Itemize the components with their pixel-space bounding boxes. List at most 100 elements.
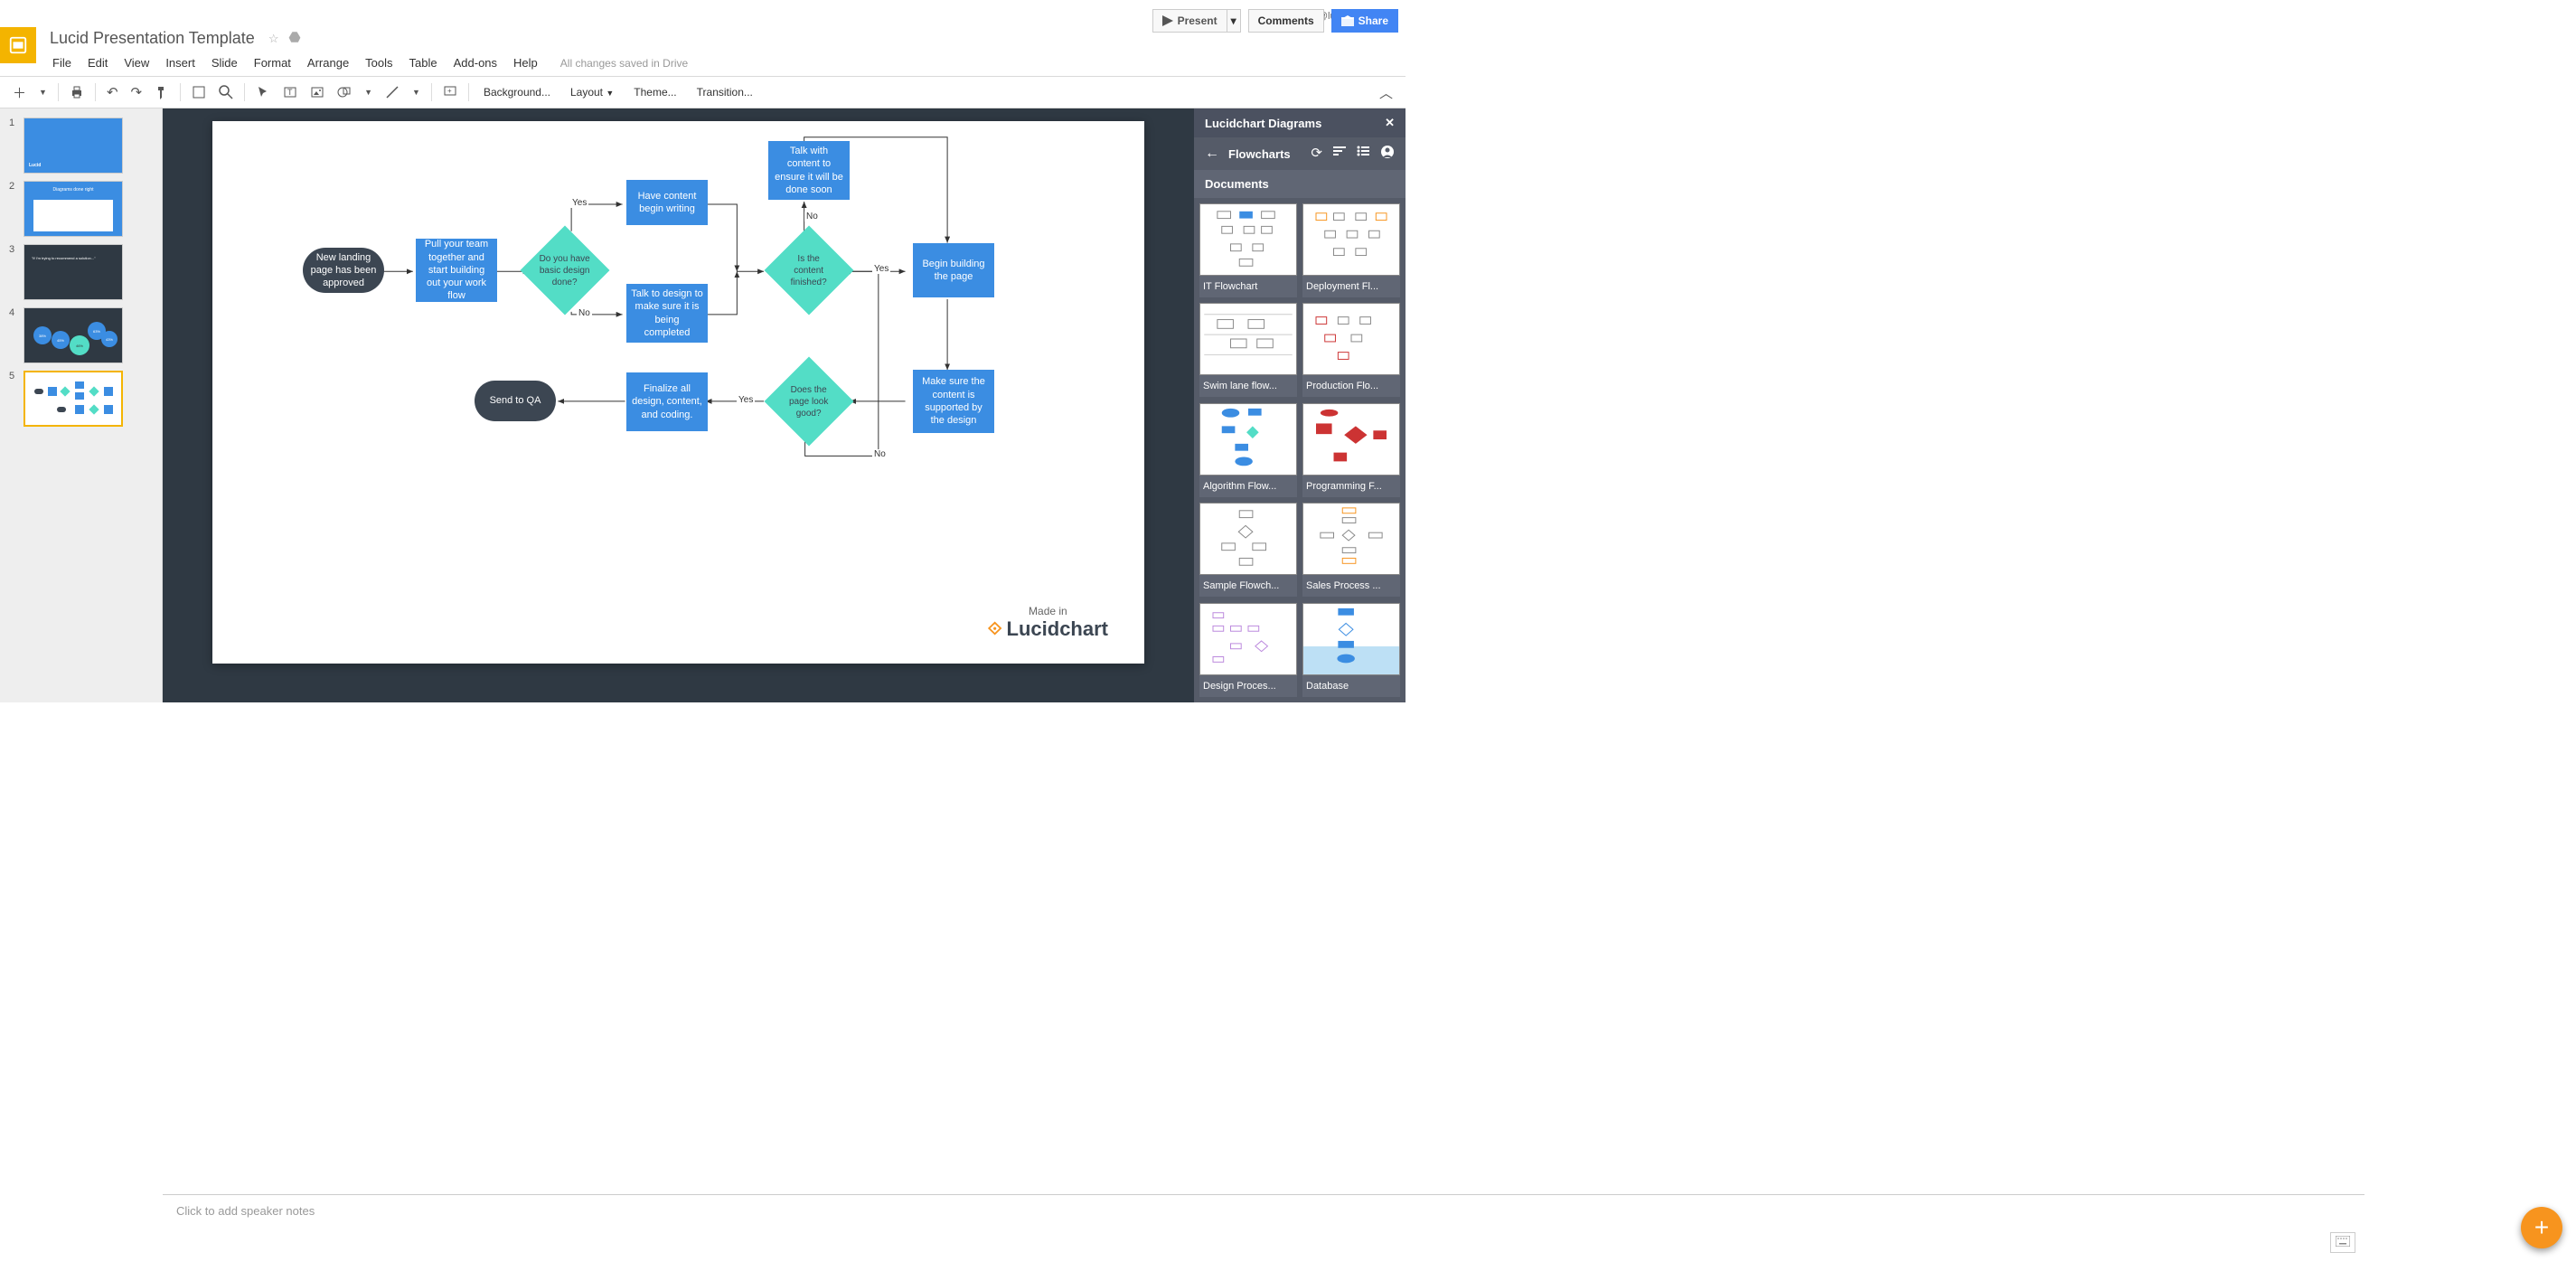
edge-label-yes: Yes [872,264,890,274]
doc-card[interactable]: Production Flo... [1302,303,1400,397]
refresh-icon[interactable]: ⟳ [1311,145,1322,163]
new-slide-button[interactable]: ＋ [7,80,32,105]
doc-card[interactable]: IT Flowchart [1199,203,1297,297]
layout-option[interactable]: Layout ▼ [561,81,623,103]
back-icon[interactable]: ← [1205,146,1219,162]
menu-bar: File Edit View Insert Slide Format Arran… [45,50,1152,76]
doc-card[interactable]: Sample Flowch... [1199,503,1297,597]
menu-addons[interactable]: Add-ons [447,52,504,73]
thumb-number: 4 [9,307,18,363]
menu-view[interactable]: View [117,52,156,73]
textbox-icon[interactable]: T [277,82,303,102]
account-icon[interactable] [1380,145,1395,163]
edge-label-yes: Yes [570,198,588,208]
svg-text:+: + [447,87,452,95]
new-slide-dropdown[interactable]: ▼ [33,85,52,99]
edge-label-no: No [872,449,888,459]
flowchart-diagram: New landing page has been approved Pull … [303,121,1144,664]
node-pull-team: Pull your team together and start buildi… [416,239,497,302]
shape-dropdown[interactable]: ▼ [359,85,378,99]
line-icon[interactable] [380,82,405,102]
zoom-fit-icon[interactable] [186,82,212,102]
doc-card[interactable]: Swim lane flow... [1199,303,1297,397]
node-content-writing: Have content begin writing [626,180,708,225]
slide-thumbnail-3[interactable]: "If I'm trying to recommend a solution..… [24,244,123,300]
slide-thumbnail-2[interactable]: Diagrams done right [24,181,123,237]
lucidchart-icon: ⟐ [988,619,1002,640]
edge-label-no: No [577,308,592,318]
theme-option[interactable]: Theme... [625,81,685,103]
main-area: 1Lucid 2Diagrams done right 3"If I'm try… [0,108,1406,702]
share-button[interactable]: Share [1331,9,1398,33]
menu-table[interactable]: Table [402,52,445,73]
undo-icon[interactable]: ↶ [101,81,124,103]
keyboard-icon[interactable] [2330,1232,2355,1253]
menu-insert[interactable]: Insert [158,52,202,73]
doc-card[interactable]: Database [1302,603,1400,697]
edge-label-no: No [804,212,820,221]
doc-card[interactable]: Algorithm Flow... [1199,403,1297,497]
line-dropdown[interactable]: ▼ [407,85,426,99]
menu-slide[interactable]: Slide [204,52,245,73]
slide-canvas[interactable]: New landing page has been approved Pull … [163,108,1194,702]
present-label: Present [1178,14,1217,27]
node-content-finished: Is the content finished? [765,226,854,316]
comments-button[interactable]: Comments [1248,9,1324,33]
sort-icon[interactable] [1333,145,1346,163]
doc-card[interactable]: Programming F... [1302,403,1400,497]
toolbar: ＋ ▼ ↶ ↷ T ▼ ▼ + Background... Layout ▼ T… [0,77,1406,108]
doc-card[interactable]: Deployment Fl... [1302,203,1400,297]
document-grid: IT Flowchart Deployment Fl... Swim lane … [1194,198,1406,702]
move-to-drive-icon[interactable] [287,31,302,46]
comment-icon[interactable]: + [437,82,463,102]
menu-edit[interactable]: Edit [80,52,115,73]
menu-format[interactable]: Format [247,52,298,73]
menu-file[interactable]: File [45,52,79,73]
node-design-done: Do you have basic design done? [521,226,610,316]
save-status: All changes saved in Drive [560,57,688,70]
made-in-label: Made in ⟐Lucidchart [988,605,1108,641]
close-icon[interactable]: ✕ [1385,116,1395,130]
list-icon[interactable] [1357,145,1369,163]
redo-icon[interactable]: ↷ [126,81,148,103]
current-slide[interactable]: New landing page has been approved Pull … [212,121,1144,664]
menu-arrange[interactable]: Arrange [300,52,356,73]
star-icon[interactable]: ☆ [268,32,279,46]
slide-filmstrip: 1Lucid 2Diagrams done right 3"If I'm try… [0,108,163,702]
print-icon[interactable] [64,82,89,102]
slide-thumbnail-4[interactable]: 38% 45% 46% 63% 43% [24,307,123,363]
speaker-notes[interactable]: Click to add speaker notes [163,1194,2364,1262]
present-button[interactable]: Present [1152,9,1227,33]
add-fab-button[interactable]: + [2521,1207,2562,1248]
notes-placeholder: Click to add speaker notes [176,1204,315,1218]
doc-card[interactable]: Design Proces... [1199,603,1297,697]
sidebar-nav-title: Flowcharts [1228,147,1302,161]
select-tool-icon[interactable] [250,82,276,102]
slide-thumbnail-5[interactable] [24,371,123,427]
zoom-icon[interactable] [213,82,239,102]
slide-thumbnail-1[interactable]: Lucid [24,118,123,174]
transition-option[interactable]: Transition... [688,81,762,103]
collapse-toolbar-icon[interactable]: ︿ [1374,80,1398,105]
doc-card[interactable]: Sales Process ... [1302,503,1400,597]
paint-format-icon[interactable] [149,82,174,102]
sidebar-section-label: Documents [1194,170,1406,198]
menu-tools[interactable]: Tools [358,52,400,73]
node-finalize: Finalize all design, content, and coding… [626,372,708,431]
node-talk-content: Talk with content to ensure it will be d… [768,141,850,200]
node-begin-build: Begin building the page [913,243,994,297]
sidebar-title: Lucidchart Diagrams [1205,117,1321,130]
background-option[interactable]: Background... [475,81,559,103]
image-icon[interactable] [305,82,330,102]
thumb-number: 1 [9,118,18,174]
thumb-number: 5 [9,371,18,427]
slides-logo[interactable] [0,27,36,63]
present-dropdown[interactable]: ▾ [1227,9,1241,33]
node-look-good: Does the page look good? [765,357,854,447]
node-start: New landing page has been approved [303,248,384,293]
edge-label-yes: Yes [737,395,755,405]
document-title[interactable]: Lucid Presentation Template [45,27,259,50]
node-qa: Send to QA [475,381,556,421]
menu-help[interactable]: Help [506,52,545,73]
shape-icon[interactable] [332,82,357,102]
